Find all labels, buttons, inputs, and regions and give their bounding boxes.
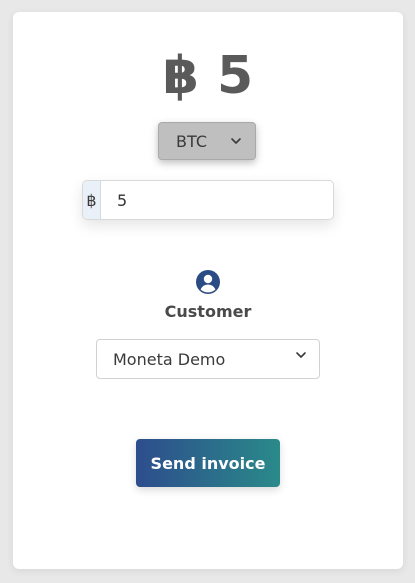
- amount-value: 5: [217, 46, 254, 106]
- amount-input-prefix: ฿: [83, 181, 101, 219]
- user-circle-icon: [196, 270, 220, 294]
- customer-select-value: Moneta Demo: [113, 349, 226, 369]
- currency-select[interactable]: BTC: [158, 122, 256, 160]
- customer-label: Customer: [164, 302, 252, 321]
- amount-display: ฿ 5: [13, 48, 403, 104]
- amount-input-group: ฿: [82, 180, 334, 220]
- amount-currency-symbol: ฿: [162, 46, 199, 106]
- invoice-card: ฿ 5 BTC ฿ Customer Moneta Demo Send invo…: [13, 12, 403, 569]
- amount-input[interactable]: [101, 181, 333, 219]
- customer-select[interactable]: Moneta Demo: [96, 339, 320, 379]
- chevron-down-icon: [231, 138, 241, 144]
- chevron-down-icon: [296, 352, 306, 358]
- currency-select-value: BTC: [176, 131, 207, 151]
- send-invoice-button[interactable]: Send invoice: [136, 439, 280, 487]
